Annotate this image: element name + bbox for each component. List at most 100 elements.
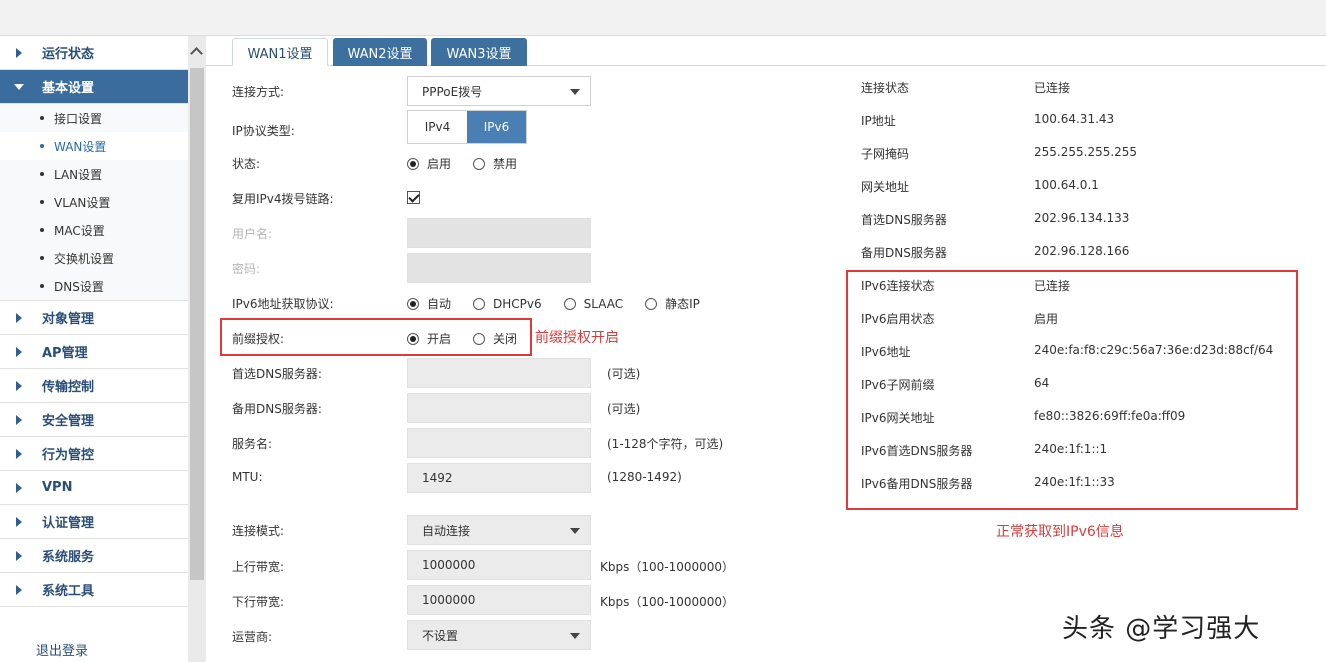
password-input[interactable] <box>407 253 591 283</box>
sidebar-item-switch[interactable]: 交换机设置 <box>0 244 188 272</box>
info-label: IPv6启用状态 <box>861 312 935 326</box>
reuse-ipv4-checkbox[interactable] <box>407 191 420 204</box>
info-value: fe80::3826:69ff:fe0a:ff09 <box>1034 409 1186 423</box>
subnav-basic-settings: 接口设置 WAN设置 LAN设置 VLAN设置 MAC设置 交换机设置 DNS设… <box>0 104 188 301</box>
chevron-down-icon <box>570 89 580 95</box>
prefix-annotation: 前缀授权开启 <box>535 330 619 346</box>
info-value: 240e:fa:f8:c29c:56a7:36e:d23d:88cf/64 <box>1034 343 1274 357</box>
nav-group-label: 传输控制 <box>42 380 95 395</box>
caret-right-icon <box>16 346 22 357</box>
status-disable-radio[interactable]: 禁用 <box>473 155 517 172</box>
username-label: 用户名: <box>232 227 273 241</box>
caret-right-icon <box>16 47 22 58</box>
top-bar <box>0 0 1326 36</box>
mtu-label: MTU: <box>232 470 263 484</box>
sidebar-item-interface[interactable]: 接口设置 <box>0 104 188 132</box>
nav-group-transfer[interactable]: 传输控制 <box>0 369 188 403</box>
nav-group-basic-settings[interactable]: 基本设置 <box>0 70 188 104</box>
sidebar-item-label: MAC设置 <box>54 223 105 238</box>
prefix-on-radio[interactable]: 开启 <box>407 330 451 347</box>
ipv6-proto-slaac-radio[interactable]: SLAAC <box>563 297 623 311</box>
isp-select[interactable]: 不设置 <box>407 620 591 650</box>
tab-wan2[interactable]: WAN2设置 <box>333 38 427 66</box>
sidebar-item-dns[interactable]: DNS设置 <box>0 272 188 300</box>
conn-mode-label: 连接模式: <box>232 524 285 538</box>
down-bw-input[interactable]: 1000000 <box>407 585 591 615</box>
wan-tabs: WAN1设置 WAN2设置 WAN3设置 <box>206 36 1326 66</box>
chevron-down-icon <box>570 633 580 639</box>
logout-link[interactable]: 退出登录 <box>36 640 88 659</box>
bullet-icon <box>40 116 44 120</box>
nav-group-label: VPN <box>42 480 73 495</box>
dns1-input[interactable] <box>407 358 591 388</box>
info-value: 240e:1f:1::33 <box>1034 475 1115 489</box>
conn-mode-select[interactable]: 自动连接 <box>407 515 591 545</box>
up-bw-hint: Kbps（100-1000000） <box>600 560 735 574</box>
info-label: IPv6地址 <box>861 345 911 359</box>
mtu-hint: (1280-1492) <box>607 470 682 484</box>
sidebar-item-mac[interactable]: MAC设置 <box>0 216 188 244</box>
nav-group-objects[interactable]: 对象管理 <box>0 301 188 335</box>
nav-group-label: 系统工具 <box>42 584 95 599</box>
nav-group-system-services[interactable]: 系统服务 <box>0 539 188 573</box>
mtu-input[interactable]: 1492 <box>407 463 591 493</box>
watermark: 头条 @学习强大 <box>1062 614 1261 644</box>
sidebar-scrollbar[interactable] <box>188 36 206 662</box>
info-value: 已连接 <box>1034 279 1071 293</box>
info-label: IPv6连接状态 <box>861 279 935 293</box>
status-enable-radio[interactable]: 启用 <box>407 155 451 172</box>
sidebar-item-lan[interactable]: LAN设置 <box>0 160 188 188</box>
radio-unchecked-icon <box>473 157 486 170</box>
username-input[interactable] <box>407 218 591 248</box>
caret-right-icon <box>16 312 22 323</box>
dns2-hint: (可选) <box>607 402 641 416</box>
conn-type-label: 连接方式: <box>232 85 285 99</box>
prefix-off-radio[interactable]: 关闭 <box>473 330 517 347</box>
nav-group-auth[interactable]: 认证管理 <box>0 505 188 539</box>
reuse-ipv4-label: 复用IPv4拨号链路: <box>232 192 334 206</box>
sidebar-item-wan[interactable]: WAN设置 <box>0 132 188 160</box>
isp-value: 不设置 <box>422 628 459 643</box>
sidebar-item-vlan[interactable]: VLAN设置 <box>0 188 188 216</box>
info-label: IPv6首选DNS服务器 <box>861 444 973 458</box>
ip-proto-ipv4-button[interactable]: IPv4 <box>408 111 467 143</box>
bullet-icon <box>40 200 44 204</box>
up-bw-input[interactable]: 1000000 <box>407 550 591 580</box>
dns2-label: 备用DNS服务器: <box>232 402 322 416</box>
ipv6-proto-static-radio[interactable]: 静态IP <box>645 295 700 312</box>
info-label: 连接状态 <box>861 81 910 95</box>
nav-group-behavior[interactable]: 行为管控 <box>0 437 188 471</box>
ip-proto-ipv6-button[interactable]: IPv6 <box>467 111 526 143</box>
tab-wan1[interactable]: WAN1设置 <box>232 38 328 66</box>
ipv6-proto-auto-radio[interactable]: 自动 <box>407 295 451 312</box>
service-input[interactable] <box>407 428 591 458</box>
caret-right-icon <box>16 414 22 425</box>
dns2-input[interactable] <box>407 393 591 423</box>
isp-label: 运营商: <box>232 630 273 644</box>
up-bw-label: 上行带宽: <box>232 560 285 574</box>
nav-group-vpn[interactable]: VPN <box>0 471 188 505</box>
caret-down-icon <box>14 83 24 90</box>
nav-group-status[interactable]: 运行状态 <box>0 36 188 70</box>
nav-group-label: 运行状态 <box>42 47 95 62</box>
tab-wan3[interactable]: WAN3设置 <box>431 38 527 66</box>
nav-group-label: AP管理 <box>42 346 88 361</box>
nav-group-ap[interactable]: AP管理 <box>0 335 188 369</box>
dns1-label: 首选DNS服务器: <box>232 367 322 381</box>
ip-proto-toggle: IPv4 IPv6 <box>407 110 527 144</box>
scroll-thumb[interactable] <box>190 68 204 580</box>
info-label: IPv6网关地址 <box>861 411 935 425</box>
ipv6-proto-dhcpv6-radio[interactable]: DHCPv6 <box>473 297 542 311</box>
radio-label: 静态IP <box>665 297 700 311</box>
nav-group-label: 认证管理 <box>42 516 95 531</box>
service-label: 服务名: <box>232 437 273 451</box>
chevron-up-icon[interactable] <box>191 46 203 58</box>
conn-type-select[interactable]: PPPoE拨号 <box>407 76 591 106</box>
nav-group-system-tools[interactable]: 系统工具 <box>0 573 188 607</box>
radio-unchecked-icon <box>473 297 486 310</box>
radio-label: DHCPv6 <box>493 296 542 311</box>
nav-group-security[interactable]: 安全管理 <box>0 403 188 437</box>
dns1-hint: (可选) <box>607 367 641 381</box>
chevron-down-icon <box>570 528 580 534</box>
ipv6-proto-radio-group: 自动 DHCPv6 SLAAC 静态IP <box>407 295 722 312</box>
